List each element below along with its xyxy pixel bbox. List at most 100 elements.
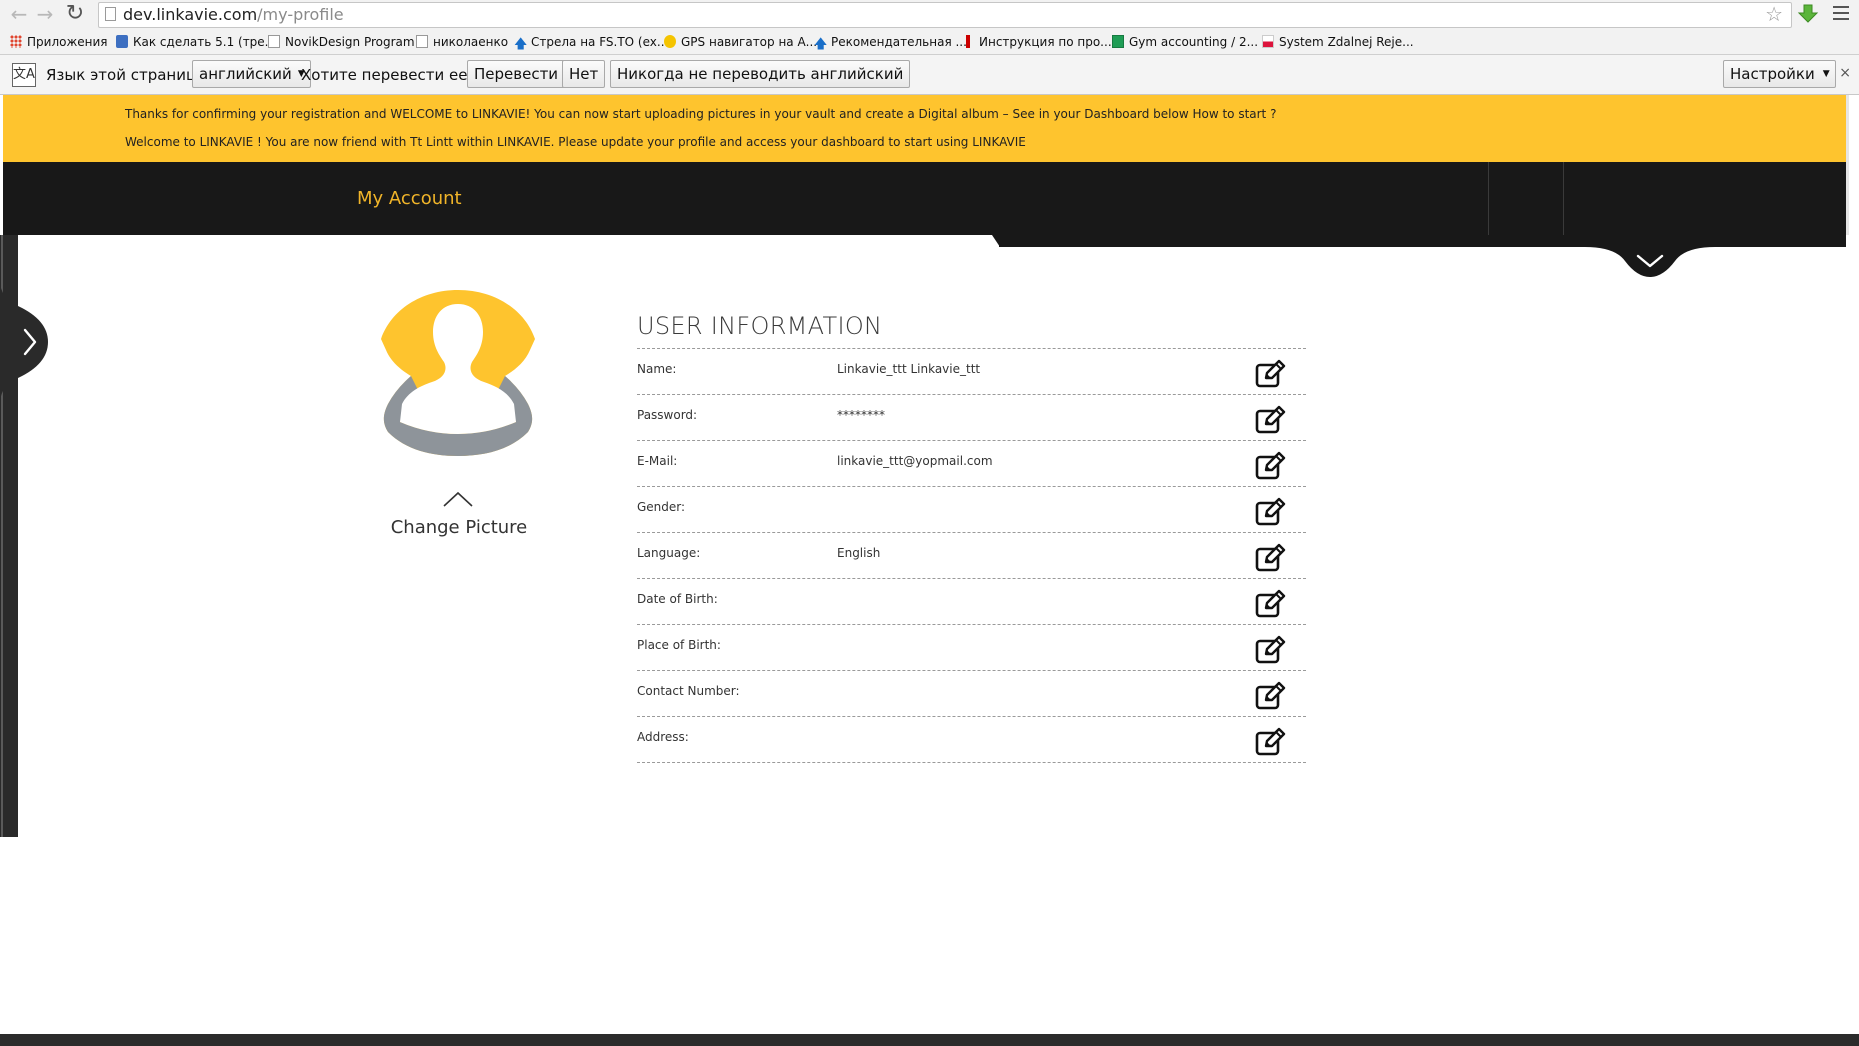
table-row: Name: Linkavie_ttt Linkavie_ttt [637,349,1306,395]
table-row: E-Mail: linkavie_ttt@yopmail.com [637,441,1306,487]
field-value: ******** [837,408,885,422]
sidebar-toggle-tab[interactable] [0,280,52,404]
bookmark-label: System Zdalnej Reje... [1279,35,1414,49]
spreadsheet-icon [1112,35,1124,48]
site-header: My Account [3,162,1846,235]
translate-icon: 文A [12,63,36,87]
table-row: Contact Number: [637,671,1306,717]
table-row: Gender: [637,487,1306,533]
header-divider [1488,162,1489,235]
forward-arrow-icon[interactable]: → [32,3,58,25]
caret-down-icon: ▼ [1822,69,1830,79]
table-row: Password: ******** [637,395,1306,441]
bookmark-item[interactable]: 🡅 Рекомендательная ... [814,33,967,51]
page-icon [416,35,428,48]
table-row: Language: English [637,533,1306,579]
never-translate-button[interactable]: Никогда не переводить английский [610,60,911,88]
reload-icon[interactable]: ↻ [62,3,88,25]
field-value: English [837,546,881,560]
no-button[interactable]: Нет [562,60,606,88]
edit-icon[interactable] [1254,497,1286,527]
scrollbar[interactable] [1846,95,1859,1046]
pin-icon [966,35,970,48]
bookmark-label: Стрела на FS.TO (ex... [531,35,669,49]
edit-icon[interactable] [1254,359,1286,389]
bookmark-label: Приложения [27,35,108,49]
url-domain: dev.linkavie.com [123,5,258,24]
browser-toolbar: ← → ↻ dev.linkavie.com/my-profile ☆ [0,0,1859,29]
notice-line-1: Thanks for confirming your registration … [125,107,1277,121]
table-row: Address: [637,717,1306,763]
chevron-up-icon[interactable] [442,490,474,508]
arrow-up-icon: 🡅 [814,37,828,52]
edit-icon[interactable] [1254,681,1286,711]
field-label: Language: [637,546,701,560]
field-label: Password: [637,408,698,422]
avatar[interactable] [380,284,536,456]
table-row: Place of Birth: [637,625,1306,671]
translate-button[interactable]: Перевести [467,60,566,88]
url-text[interactable]: dev.linkavie.com/my-profile [123,6,344,24]
back-arrow-icon[interactable]: ← [6,3,32,25]
bookmark-item[interactable]: Как сделать 5.1 (тре... [116,33,276,51]
scrollbar-thumb[interactable] [1846,95,1849,235]
notice-line-2: Welcome to LINKAVIE ! You are now friend… [125,135,1026,149]
dashboard-toggle-tab[interactable] [1585,235,1715,283]
bookmark-label: Рекомендательная ... [831,35,967,49]
bookmark-label: николаенко [433,35,509,49]
bookmark-item[interactable]: николаенко [416,33,508,51]
settings-button[interactable]: Настройки ▼ [1723,60,1836,88]
bookmark-item[interactable]: Gym accounting / 2... [1112,33,1258,51]
site-favicon-icon [116,35,128,48]
field-label: Address: [637,730,689,744]
user-info-title: USER INFORMATION [637,312,883,340]
address-bar[interactable]: dev.linkavie.com/my-profile ☆ [98,2,1792,28]
translate-bar: 文A Язык этой страницы английский ▼ Хотит… [0,55,1859,95]
arrow-up-icon: 🡅 [514,37,528,52]
bookmark-label: NovikDesign Program [285,35,415,49]
bookmark-label: Как сделать 5.1 (тре... [133,35,277,49]
page-icon [105,7,116,21]
translate-question: Хотите перевести ее? [301,66,476,84]
bookmark-item[interactable]: NovikDesign Program [268,33,415,51]
field-value: Linkavie_ttt Linkavie_ttt [837,362,981,376]
bookmark-label: GPS навигатор на А... [681,35,818,49]
bookmark-item[interactable]: System Zdalnej Reje... [1262,33,1414,51]
edit-icon[interactable] [1254,451,1286,481]
bookmark-item[interactable]: 🡅 Стрела на FS.TO (ex... [514,33,668,51]
bookmarks-bar: Приложения Как сделать 5.1 (тре... Novik… [0,29,1859,55]
apps-grid-icon [10,35,22,48]
change-picture-button[interactable]: Change Picture [360,517,558,538]
page-title: My Account [357,188,462,209]
page-language-label: Язык этой страницы [46,66,209,84]
field-value: linkavie_ttt@yopmail.com [837,454,993,468]
field-label: Gender: [637,500,686,514]
header-divider [1563,162,1564,235]
menu-icon[interactable] [1833,6,1849,20]
gps-icon [664,35,676,48]
download-extension-icon[interactable] [1797,3,1819,25]
bookmark-apps[interactable]: Приложения [10,33,108,51]
edit-icon[interactable] [1254,635,1286,665]
bookmark-star-icon[interactable]: ☆ [1765,4,1783,24]
flag-icon [1262,35,1274,48]
registration-notice: Thanks for confirming your registration … [3,95,1846,162]
field-label: Contact Number: [637,684,740,698]
header-ribbon [999,235,1846,247]
bookmark-item[interactable]: Инструкция по про... [962,33,1112,51]
url-path: /my-profile [257,5,344,24]
edit-icon[interactable] [1254,543,1286,573]
page-icon [268,35,280,48]
bookmark-item[interactable]: GPS навигатор на А... [664,33,817,51]
edit-icon[interactable] [1254,589,1286,619]
close-icon[interactable]: × [1839,65,1851,81]
field-label: Place of Birth: [637,638,721,652]
bookmark-label: Инструкция по про... [979,35,1112,49]
edit-icon[interactable] [1254,727,1286,757]
field-label: Date of Birth: [637,592,718,606]
table-row: Date of Birth: [637,579,1306,625]
edit-icon[interactable] [1254,405,1286,435]
language-selected: английский [199,65,292,83]
language-select[interactable]: английский ▼ [192,60,311,88]
bookmark-label: Gym accounting / 2... [1129,35,1259,49]
